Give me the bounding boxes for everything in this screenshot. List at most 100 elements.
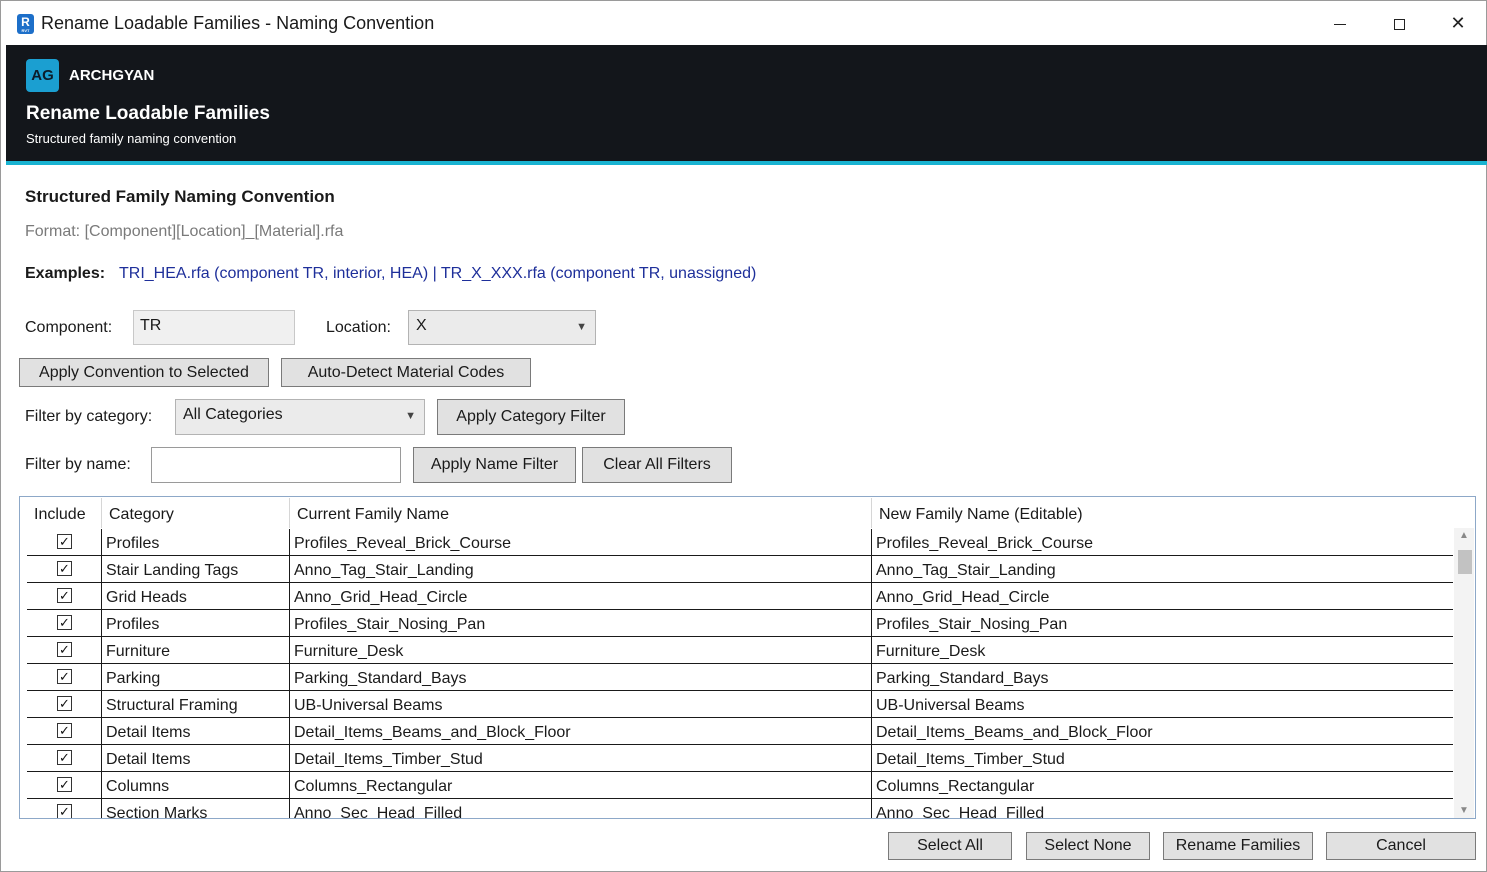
include-checkbox[interactable]: ✓	[57, 588, 72, 603]
table-row[interactable]: ✓ Profiles Profiles_Reveal_Brick_Course Pro…	[27, 529, 1453, 556]
include-cell: ✓	[27, 529, 102, 555]
table-row[interactable]: ✓ Stair Landing Tags Anno_Tag_Stair_Landin…	[27, 556, 1453, 583]
include-cell: ✓	[27, 799, 102, 818]
current-name-cell: Detail_Items_Timber_Stud	[290, 745, 872, 771]
current-name-cell: Profiles_Stair_Nosing_Pan	[290, 610, 872, 636]
table-row[interactable]: ✓ Detail Items Detail_Items_Timber_Stud Det…	[27, 745, 1453, 772]
new-name-cell[interactable]: Anno_Tag_Stair_Landing	[872, 556, 1453, 582]
maximize-button[interactable]	[1370, 1, 1428, 45]
include-checkbox[interactable]: ✓	[57, 804, 72, 818]
category-cell: Detail Items	[102, 745, 290, 771]
chevron-down-icon: ▼	[405, 410, 416, 422]
category-cell: Profiles	[102, 610, 290, 636]
include-checkbox[interactable]: ✓	[57, 669, 72, 684]
new-name-cell[interactable]: Detail_Items_Timber_Stud	[872, 745, 1453, 771]
column-header-category[interactable]: Category	[102, 498, 290, 528]
chevron-down-icon: ▼	[576, 321, 587, 333]
maximize-icon	[1393, 18, 1405, 30]
minimize-button[interactable]	[1311, 1, 1369, 45]
include-checkbox[interactable]: ✓	[57, 777, 72, 792]
include-checkbox[interactable]: ✓	[57, 723, 72, 738]
table-row[interactable]: ✓ Furniture Furniture_Desk Furniture_Desk	[27, 637, 1453, 664]
include-checkbox[interactable]: ✓	[57, 534, 72, 549]
category-cell: Detail Items	[102, 718, 290, 744]
include-checkbox[interactable]: ✓	[57, 561, 72, 576]
include-cell: ✓	[27, 610, 102, 636]
new-name-cell[interactable]: UB-Universal Beams	[872, 691, 1453, 717]
table-row[interactable]: ✓ Columns Columns_Rectangular Columns_Recta…	[27, 772, 1453, 799]
close-icon: ✕	[1450, 13, 1466, 33]
families-grid[interactable]: Include Category Current Family Name New…	[19, 496, 1476, 819]
examples-label: Examples:	[25, 265, 106, 282]
category-value: All Categories	[183, 406, 283, 423]
new-name-cell[interactable]: Furniture_Desk	[872, 637, 1453, 663]
header-title: Rename Loadable Families	[26, 103, 270, 124]
category-cell: Grid Heads	[102, 583, 290, 609]
new-name-cell[interactable]: Profiles_Reveal_Brick_Course	[872, 529, 1453, 555]
include-cell: ✓	[27, 637, 102, 663]
category-cell: Parking	[102, 664, 290, 690]
include-cell: ✓	[27, 583, 102, 609]
category-select[interactable]: All Categories ▼	[175, 399, 425, 435]
table-row[interactable]: ✓ Parking Parking_Standard_Bays Parking_Sta…	[27, 664, 1453, 691]
cancel-button[interactable]: Cancel	[1326, 832, 1476, 860]
grid-body: ✓ Profiles Profiles_Reveal_Brick_Course Pro…	[27, 529, 1453, 818]
component-input[interactable]: TR	[133, 310, 295, 345]
table-row[interactable]: ✓ Grid Heads Anno_Grid_Head_Circle Anno_Gri…	[27, 583, 1453, 610]
table-row[interactable]: ✓ Section Marks Anno_Sec_Head_Filled Anno_S…	[27, 799, 1453, 818]
filter-name-label: Filter by name:	[25, 456, 131, 473]
location-value: X	[416, 317, 427, 334]
apply-name-filter-button[interactable]: Apply Name Filter	[413, 447, 576, 483]
scroll-up-icon[interactable]: ▲	[1454, 530, 1474, 541]
title-bar[interactable]: R RVT Rename Loadable Families - Naming C…	[1, 1, 1486, 45]
rename-dialog: R RVT Rename Loadable Families - Naming C…	[0, 0, 1487, 872]
category-cell: Furniture	[102, 637, 290, 663]
include-checkbox[interactable]: ✓	[57, 642, 72, 657]
auto-detect-button[interactable]: Auto-Detect Material Codes	[281, 358, 531, 387]
brand-name: ARCHGYAN	[69, 67, 155, 84]
column-header-new-name[interactable]: New Family Name (Editable)	[872, 498, 1453, 528]
current-name-cell: Anno_Sec_Head_Filled	[290, 799, 872, 818]
scrollbar-thumb[interactable]	[1458, 550, 1472, 574]
apply-convention-button[interactable]: Apply Convention to Selected	[19, 358, 269, 387]
current-name-cell: Anno_Grid_Head_Circle	[290, 583, 872, 609]
close-button[interactable]: ✕	[1429, 1, 1487, 45]
new-name-cell[interactable]: Parking_Standard_Bays	[872, 664, 1453, 690]
new-name-cell[interactable]: Anno_Sec_Head_Filled	[872, 799, 1453, 818]
category-cell: Columns	[102, 772, 290, 798]
examples-text: TRI_HEA.rfa (component TR, interior, HEA…	[119, 265, 757, 282]
include-cell: ✓	[27, 691, 102, 717]
header-subtitle: Structured family naming convention	[26, 131, 237, 146]
apply-category-filter-button[interactable]: Apply Category Filter	[437, 399, 625, 435]
scroll-down-icon[interactable]: ▼	[1454, 805, 1474, 816]
location-select[interactable]: X ▼	[408, 310, 596, 345]
column-header-current-name[interactable]: Current Family Name	[290, 498, 872, 528]
table-row[interactable]: ✓ Profiles Profiles_Stair_Nosing_Pan Profil…	[27, 610, 1453, 637]
grid-header: Include Category Current Family Name New…	[27, 498, 1453, 528]
grid-scrollbar[interactable]: ▲ ▼	[1454, 528, 1474, 818]
header-accent-line	[6, 161, 1487, 165]
new-name-cell[interactable]: Detail_Items_Beams_and_Block_Floor	[872, 718, 1453, 744]
include-checkbox[interactable]: ✓	[57, 696, 72, 711]
table-row[interactable]: ✓ Detail Items Detail_Items_Beams_and_Bloc…	[27, 718, 1453, 745]
include-checkbox[interactable]: ✓	[57, 750, 72, 765]
category-cell: Profiles	[102, 529, 290, 555]
current-name-cell: UB-Universal Beams	[290, 691, 872, 717]
include-checkbox[interactable]: ✓	[57, 615, 72, 630]
header-banner: AG ARCHGYAN Rename Loadable Families Str…	[6, 45, 1487, 161]
select-all-button[interactable]: Select All	[888, 832, 1012, 860]
current-name-cell: Columns_Rectangular	[290, 772, 872, 798]
name-filter-input[interactable]	[151, 447, 401, 483]
new-name-cell[interactable]: Profiles_Stair_Nosing_Pan	[872, 610, 1453, 636]
filter-category-label: Filter by category:	[25, 408, 153, 425]
clear-filters-button[interactable]: Clear All Filters	[582, 447, 732, 483]
rename-families-button[interactable]: Rename Families	[1163, 832, 1313, 860]
current-name-cell: Profiles_Reveal_Brick_Course	[290, 529, 872, 555]
select-none-button[interactable]: Select None	[1026, 832, 1150, 860]
column-header-include[interactable]: Include	[27, 498, 102, 528]
table-row[interactable]: ✓ Structural Framing UB-Universal Beams UB-…	[27, 691, 1453, 718]
location-label: Location:	[326, 319, 391, 336]
category-cell: Section Marks	[102, 799, 290, 818]
new-name-cell[interactable]: Columns_Rectangular	[872, 772, 1453, 798]
new-name-cell[interactable]: Anno_Grid_Head_Circle	[872, 583, 1453, 609]
